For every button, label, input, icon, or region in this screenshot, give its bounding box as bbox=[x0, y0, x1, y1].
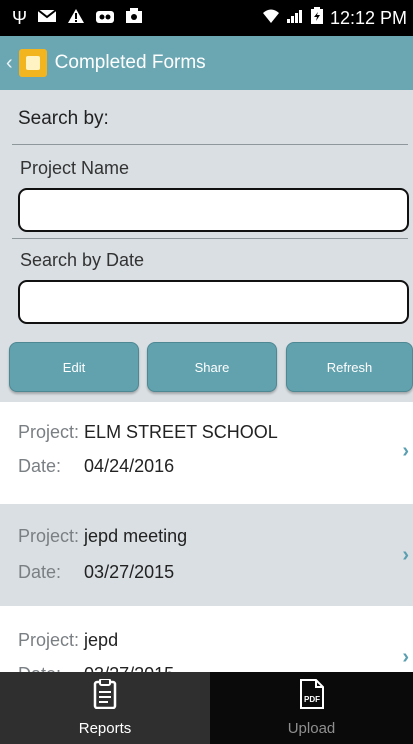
pdf-icon-text: PDF bbox=[304, 695, 320, 704]
status-bar: Ψ 12:12 PM bbox=[0, 0, 413, 36]
date-line: Date: 03/27/2015 bbox=[18, 562, 174, 583]
list-item[interactable]: Project: jepd meeting Date: 03/27/2015 › bbox=[0, 504, 413, 606]
list-item[interactable]: Project: jepd Date: 03/27/2015 › bbox=[0, 606, 413, 672]
status-icons-right: 12:12 PM bbox=[262, 6, 407, 30]
app-logo-icon[interactable] bbox=[18, 49, 47, 77]
battery-icon bbox=[310, 6, 324, 30]
date-line: Date: 04/24/2016 bbox=[18, 456, 174, 477]
date-label: Date: bbox=[18, 562, 62, 582]
status-time: 12:12 PM bbox=[329, 7, 407, 28]
search-by-date-input[interactable] bbox=[18, 280, 409, 324]
project-label: Project: bbox=[18, 630, 80, 650]
app-logo-inner bbox=[25, 56, 40, 70]
pdf-icon: PDF bbox=[299, 679, 325, 714]
completed-forms-list: Project: ELM STREET SCHOOL Date: 04/24/2… bbox=[0, 402, 413, 672]
edit-button[interactable]: Edit bbox=[9, 342, 139, 392]
usb-icon: Ψ bbox=[12, 7, 28, 28]
divider bbox=[12, 144, 408, 145]
date-label: Date: bbox=[18, 664, 61, 672]
project-line: Project: jepd bbox=[18, 630, 118, 651]
nav-upload-tab[interactable]: PDF Upload bbox=[210, 672, 413, 744]
search-heading: Search by: bbox=[18, 108, 109, 129]
divider bbox=[12, 238, 408, 239]
date-line: Date: 03/27/2015 bbox=[18, 664, 174, 672]
date-label: Date: bbox=[18, 456, 62, 476]
chevron-right-icon[interactable]: › bbox=[402, 544, 409, 567]
signal-icon bbox=[286, 8, 304, 29]
project-line: Project: ELM STREET SCHOOL bbox=[18, 422, 278, 443]
project-label: Project: bbox=[18, 526, 80, 546]
document-icon bbox=[93, 678, 117, 714]
project-line: Project: jepd meeting bbox=[18, 526, 187, 547]
button-row: Edit Share Refresh bbox=[0, 342, 413, 392]
project-name-input[interactable] bbox=[18, 188, 409, 232]
status-icons-left: Ψ bbox=[12, 7, 143, 29]
share-button[interactable]: Share bbox=[147, 342, 277, 392]
app-header: ‹ Completed Forms bbox=[0, 36, 413, 90]
project-value: jepd meeting bbox=[84, 526, 188, 546]
image-icon bbox=[125, 7, 143, 29]
nav-reports-label: Reports bbox=[78, 720, 132, 737]
project-value: ELM STREET SCHOOL bbox=[84, 422, 278, 442]
nav-upload-label: Upload bbox=[287, 720, 336, 737]
project-label: Project: bbox=[18, 422, 80, 442]
project-name-label: Project Name bbox=[20, 158, 130, 178]
wifi-icon bbox=[262, 8, 280, 29]
date-value: 03/27/2015 bbox=[84, 664, 174, 672]
mail-icon bbox=[37, 8, 57, 29]
project-value: jepd bbox=[84, 630, 119, 650]
list-item[interactable]: Project: ELM STREET SCHOOL Date: 04/24/2… bbox=[0, 402, 413, 504]
search-panel: Search by: Project Name Search by Date E… bbox=[0, 90, 413, 402]
chevron-right-icon[interactable]: › bbox=[402, 440, 409, 463]
date-value: 04/24/2016 bbox=[84, 456, 175, 476]
search-by-date-label: Search by Date bbox=[20, 250, 145, 270]
refresh-button[interactable]: Refresh bbox=[286, 342, 413, 392]
chevron-right-icon[interactable]: › bbox=[402, 646, 409, 669]
date-value: 03/27/2015 bbox=[84, 562, 175, 582]
chevron-left-icon[interactable]: ‹ bbox=[6, 52, 13, 75]
nav-reports-tab[interactable]: Reports bbox=[0, 672, 210, 744]
page-title: Completed Forms bbox=[54, 52, 206, 73]
bottom-nav: Reports PDF Upload bbox=[0, 672, 413, 744]
warning-icon bbox=[67, 8, 85, 29]
voicemail-icon bbox=[95, 8, 115, 29]
